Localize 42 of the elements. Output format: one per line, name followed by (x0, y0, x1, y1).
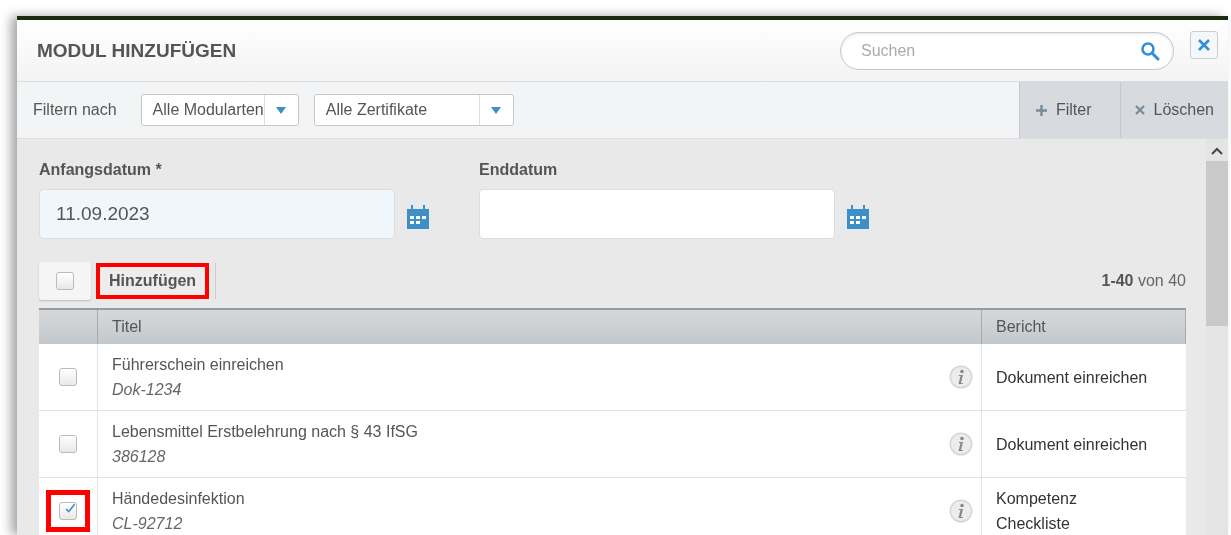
cross-icon (1134, 105, 1145, 115)
row-checkbox[interactable] (59, 502, 77, 520)
module-title: Lebensmittel Erstbelehrung nach § 43 IfSG (112, 422, 419, 441)
filter-dropdown[interactable]: Alle Zertifikate (313, 94, 514, 126)
date-field[interactable]: 11.09.2023 (39, 189, 395, 239)
clear-filter-button[interactable]: Löschen (1119, 82, 1228, 138)
report-type: Kompetenz Checkliste (996, 489, 1078, 534)
dialog-title: MODUL HINZUFÜGEN (37, 39, 238, 62)
pagination-count: 1-40 von 40 (1101, 272, 1186, 290)
date-label: Enddatum (479, 161, 559, 179)
close-button[interactable] (1190, 30, 1218, 59)
caret-icon (491, 106, 502, 114)
search-icon[interactable] (1140, 40, 1160, 61)
filter-label: Filtern nach (33, 101, 117, 119)
module-title: Händedesinfektion (112, 489, 246, 508)
info-icon[interactable] (949, 365, 973, 389)
filter-dropdown[interactable]: Alle Modularten (140, 94, 299, 126)
close-icon (1197, 37, 1211, 52)
report-type: Dokument einreichen (996, 367, 1148, 388)
add-filter-button[interactable]: Filter (1018, 82, 1120, 138)
info-icon[interactable] (949, 432, 973, 456)
column-header[interactable]: Titel (112, 318, 142, 336)
scroll-up-icon[interactable] (1211, 147, 1223, 155)
date-label: Anfangsdatum * (39, 161, 163, 179)
info-icon[interactable] (949, 499, 973, 523)
add-button[interactable]: Hinzufügen (96, 263, 210, 299)
row-checkbox[interactable] (59, 435, 77, 453)
select-all-checkbox[interactable] (56, 272, 74, 290)
calendar-icon[interactable] (847, 205, 869, 229)
report-type: Dokument einreichen (996, 434, 1148, 455)
plus-icon (1035, 104, 1047, 116)
calendar-icon[interactable] (407, 205, 429, 229)
column-header[interactable]: Bericht (996, 318, 1046, 336)
date-field[interactable] (479, 189, 835, 239)
caret-icon (276, 106, 287, 114)
module-code: Dok-1234 (112, 380, 183, 399)
scrollbar-thumb[interactable] (1206, 161, 1228, 326)
module-title: Führerschein einreichen (112, 355, 285, 374)
row-checkbox[interactable] (59, 368, 77, 386)
search-field[interactable]: Suchen (840, 31, 1174, 70)
module-code: CL-92712 (112, 514, 184, 533)
module-code: 386128 (112, 447, 167, 466)
